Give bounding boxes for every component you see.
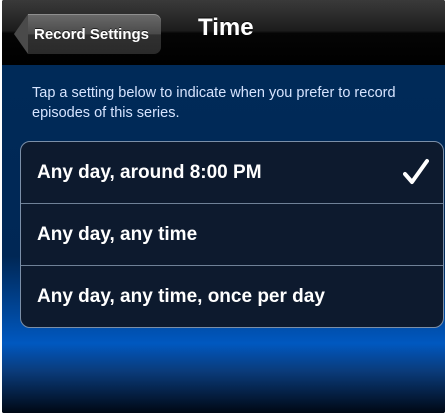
option-any-day-any-time[interactable]: Any day, any time bbox=[21, 203, 443, 265]
app-screen: Record Settings Time Tap a setting below… bbox=[2, 0, 445, 413]
option-label: Any day, any time, once per day bbox=[37, 285, 325, 307]
settings-content: Tap a setting below to indicate when you… bbox=[2, 65, 445, 413]
instructions-text: Tap a setting below to indicate when you… bbox=[32, 85, 396, 121]
checkmark-icon bbox=[403, 159, 429, 184]
back-arrow-icon bbox=[14, 14, 28, 54]
option-any-day-around-8pm[interactable]: Any day, around 8:00 PM bbox=[21, 142, 443, 203]
back-button-label: Record Settings bbox=[28, 14, 162, 54]
option-any-day-once-per-day[interactable]: Any day, any time, once per day bbox=[21, 265, 443, 327]
options-list: Any day, around 8:00 PM Any day, any tim… bbox=[20, 141, 444, 328]
page-title: Time bbox=[198, 14, 254, 41]
option-label: Any day, any time bbox=[37, 223, 198, 245]
navigation-bar: Record Settings Time bbox=[2, 0, 445, 65]
option-label: Any day, around 8:00 PM bbox=[37, 161, 262, 183]
back-button[interactable]: Record Settings bbox=[14, 14, 162, 54]
